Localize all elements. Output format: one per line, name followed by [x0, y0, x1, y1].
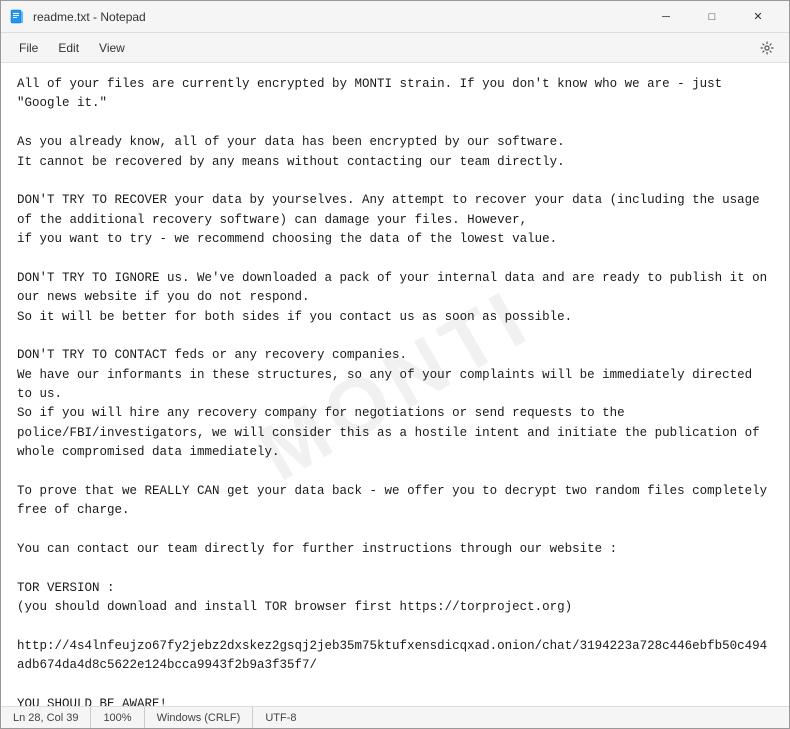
status-line-ending: Windows (CRLF) — [145, 707, 254, 728]
window-controls: ─ □ ✕ — [643, 1, 781, 33]
menu-bar: File Edit View — [1, 33, 789, 63]
close-button[interactable]: ✕ — [735, 1, 781, 33]
title-bar: readme.txt - Notepad ─ □ ✕ — [1, 1, 789, 33]
menu-view[interactable]: View — [89, 37, 135, 59]
settings-icon[interactable] — [753, 34, 781, 62]
document-text: All of your files are currently encrypte… — [17, 75, 773, 706]
status-line-col: Ln 28, Col 39 — [9, 707, 91, 728]
text-editor-content[interactable]: MONTI All of your files are currently en… — [1, 63, 789, 706]
status-zoom: 100% — [91, 707, 144, 728]
menu-edit[interactable]: Edit — [48, 37, 89, 59]
status-bar: Ln 28, Col 39 100% Windows (CRLF) UTF-8 — [1, 706, 789, 728]
minimize-button[interactable]: ─ — [643, 1, 689, 33]
status-encoding: UTF-8 — [253, 707, 308, 728]
notepad-window: readme.txt - Notepad ─ □ ✕ File Edit Vie… — [0, 0, 790, 729]
menu-file[interactable]: File — [9, 37, 48, 59]
window-title: readme.txt - Notepad — [33, 10, 643, 24]
app-icon — [9, 9, 25, 25]
maximize-button[interactable]: □ — [689, 1, 735, 33]
